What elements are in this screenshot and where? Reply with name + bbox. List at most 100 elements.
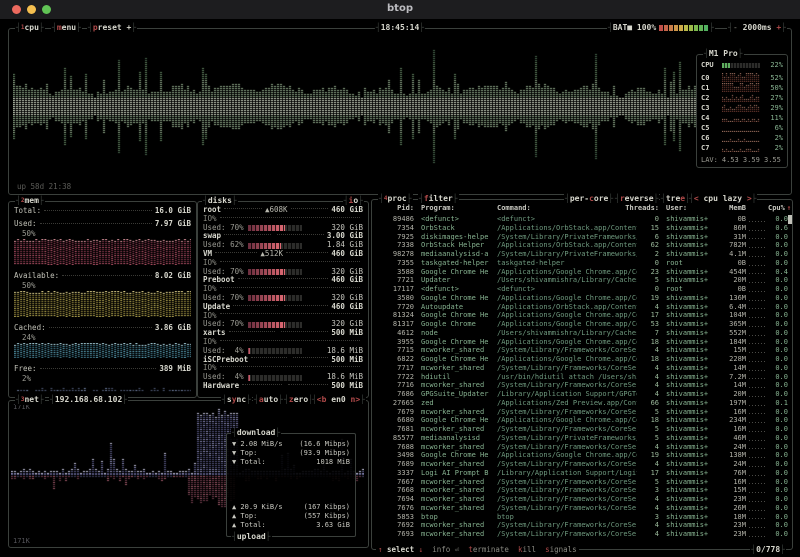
process-row[interactable]: 7679 mcworker_shared /System/Library/Fra…: [376, 408, 788, 417]
process-row[interactable]: 7715 mcworker_shared /System/Library/Fra…: [376, 346, 788, 355]
core-label: C5: [701, 123, 721, 133]
ip-address-label: 192.168.68.102: [49, 395, 128, 405]
process-row[interactable]: 7693 mcworker_shared /System/Library/Fra…: [376, 530, 788, 539]
process-row[interactable]: 3588 Google Chrome He /Applications/Goog…: [376, 268, 788, 277]
process-row[interactable]: 6680 Google Chrome He /Applications/Goog…: [376, 416, 788, 425]
process-program: Google Chrome He: [421, 268, 495, 277]
process-cpu-sparkline: [746, 276, 768, 285]
process-user: shivammis+: [666, 320, 716, 329]
header-cpu[interactable]: Cpu%: [768, 204, 785, 213]
process-row[interactable]: 98278 mediaanalysisd-a /System/Library/P…: [376, 250, 788, 259]
process-user: shivammis+: [666, 268, 716, 277]
process-row[interactable]: 17117 <defunct> <defunct> 0 root 0B 0.0: [376, 285, 788, 294]
upload-stat-row: ▲ Total: 3.63 GiB: [232, 521, 350, 530]
process-row[interactable]: 7355 taskgated-helper taskgated-helper 0…: [376, 259, 788, 268]
process-cpu-percent: 0.0: [768, 329, 788, 338]
process-user: root: [666, 285, 716, 294]
dotted-leader: [220, 366, 360, 367]
header-program[interactable]: Program:: [421, 204, 495, 213]
process-command: /Applications/OrbStack.app/Contents/: [497, 224, 637, 233]
process-row[interactable]: 7686 GPGSuite_Updater /Library/Applicati…: [376, 390, 788, 399]
process-user: shivammis+: [666, 513, 716, 522]
tree-toggle[interactable]: tree: [660, 194, 691, 204]
process-row[interactable]: 7354 OrbStack /Applications/OrbStack.app…: [376, 224, 788, 233]
filter-button[interactable]: filter: [418, 194, 459, 204]
process-row[interactable]: 81324 Google Chrome He /Applications/Goo…: [376, 311, 788, 320]
process-row[interactable]: 5853 btop btop 3 shivammis+ 18M 0.0: [376, 513, 788, 522]
process-row[interactable]: 7716 mcworker_shared /System/Library/Fra…: [376, 381, 788, 390]
sync-button[interactable]: sync: [221, 395, 252, 405]
update-interval-control[interactable]: - 2000ms +: [727, 23, 787, 33]
process-row[interactable]: 7717 mcworker_shared /System/Library/Fra…: [376, 364, 788, 373]
reverse-toggle[interactable]: reverse: [614, 194, 659, 204]
cpu-cores-body: CPU 22% C0 52% C1: [701, 60, 783, 165]
process-row[interactable]: 3337 Logi AI Prompt B /Library/Applicati…: [376, 469, 788, 478]
download-stat-row: ▼ Total: 1018 MiB: [232, 458, 350, 467]
process-row[interactable]: 6822 Google Chrome He /Applications/Goog…: [376, 355, 788, 364]
auto-button[interactable]: auto: [253, 395, 284, 405]
process-row[interactable]: 7720 Autoupdate /Applications/OrbStack.a…: [376, 303, 788, 312]
process-cpu-sparkline: [746, 355, 768, 364]
process-scrollbar[interactable]: [788, 215, 792, 224]
interface-switcher[interactable]: <b en0 n>: [311, 395, 366, 405]
dotted-leader: [291, 208, 329, 209]
process-row[interactable]: 7681 mcworker_shared /System/Library/Fra…: [376, 425, 788, 434]
per-core-toggle[interactable]: per-core: [564, 194, 614, 204]
process-cpu-percent: 0.0: [768, 364, 788, 373]
process-row[interactable]: 7722 hdiutil /usr/bin/hdiutil attach /Us…: [376, 373, 788, 382]
process-threads: 17: [637, 469, 659, 478]
sort-direction-icon[interactable]: ↑: [787, 204, 791, 213]
process-cpu-percent: 0.0: [768, 338, 788, 347]
process-user: shivammis+: [666, 504, 716, 513]
process-cpu-percent: 0.4: [768, 268, 788, 277]
process-row[interactable]: 7668 mcworker_shared /System/Library/Fra…: [376, 486, 788, 495]
process-row[interactable]: 81317 Google Chrome /Applications/Google…: [376, 320, 788, 329]
disks-body: root ▲608K 460 GiB IO% Used: 70% 320 GiB: [203, 206, 363, 394]
memory-field-percent: 2%: [14, 374, 191, 384]
zero-button[interactable]: zero: [283, 395, 314, 405]
process-row[interactable]: 3580 Google Chrome He /Applications/Goog…: [376, 294, 788, 303]
process-pid: 7688: [376, 443, 414, 452]
preset-button[interactable]: preset +: [87, 23, 137, 33]
process-row[interactable]: 7338 OrbStack Helper /Applications/OrbSt…: [376, 241, 788, 250]
process-row[interactable]: 4612 node /Users/shivammishra/Library/Ca…: [376, 329, 788, 338]
process-row[interactable]: 89486 <defunct> <defunct> 0 shivammis+ 0…: [376, 215, 788, 224]
header-threads[interactable]: Threads:: [593, 204, 659, 213]
process-command: /Library/Application Support/Logitec: [497, 469, 637, 478]
process-row[interactable]: 7667 mcworker_shared /System/Library/Fra…: [376, 478, 788, 487]
process-keybind-hints[interactable]: ↑ select ↓ info ⏎ terminate kill signals: [376, 545, 579, 555]
download-stat-row: ▼ Top: (93.9 Mibps): [232, 449, 350, 458]
process-row[interactable]: 7689 mcworker_shared /System/Library/Fra…: [376, 460, 788, 469]
cpu-cores-panel: M1 Pro CPU 22% C0 52%: [696, 54, 788, 168]
io-mode-button[interactable]: io: [343, 196, 364, 206]
battery-indicator: BAT■ 100%: [607, 23, 715, 34]
process-row[interactable]: 3955 Google Chrome He /Applications/Goog…: [376, 338, 788, 347]
process-row[interactable]: 7692 mcworker_shared /System/Library/Fra…: [376, 521, 788, 530]
process-row[interactable]: 85577 mediaanalysisd /System/Library/Pri…: [376, 434, 788, 443]
tab-proc: 4proc: [378, 194, 413, 204]
process-row[interactable]: 7688 mcworker_shared /System/Library/Fra…: [376, 443, 788, 452]
header-command[interactable]: Command:: [497, 204, 593, 213]
process-row[interactable]: 7925 diskimages-helpe /System/Library/Pr…: [376, 233, 788, 242]
process-program: mcworker_shared: [421, 530, 495, 539]
disk-entry: root ▲608K 460 GiB IO% Used: 70% 320 GiB: [203, 206, 363, 232]
core-usage-graph: [722, 73, 760, 82]
process-mem: 197M: [716, 399, 746, 408]
process-row[interactable]: 27665 zed /Applications/Zed Preview.app/…: [376, 399, 788, 408]
process-pid: 7716: [376, 381, 414, 390]
process-row[interactable]: 7676 mcworker_shared /System/Library/Fra…: [376, 504, 788, 513]
upload-stat-label: ▲ Total:: [232, 521, 266, 530]
process-row[interactable]: 7694 mcworker_shared /System/Library/Fra…: [376, 495, 788, 504]
menu-button[interactable]: menu: [51, 23, 82, 33]
header-user[interactable]: User:: [666, 204, 716, 213]
upload-stat-label: ▲ 20.9 KiB/s: [232, 503, 283, 512]
process-row[interactable]: 3498 Google Chrome He /Applications/Goog…: [376, 451, 788, 460]
process-program: diskimages-helpe: [421, 233, 495, 242]
header-mem[interactable]: MemB: [716, 204, 746, 213]
core-row: C5 6%: [701, 123, 783, 133]
process-row[interactable]: 7721 Updater /Users/shivammishra/Library…: [376, 276, 788, 285]
sort-selector[interactable]: < cpu lazy >: [688, 194, 757, 204]
header-pid[interactable]: Pid:: [376, 204, 414, 213]
process-pid: 7689: [376, 460, 414, 469]
memory-panel: 2mem Total: 16.0 GiB Used:: [8, 201, 197, 398]
